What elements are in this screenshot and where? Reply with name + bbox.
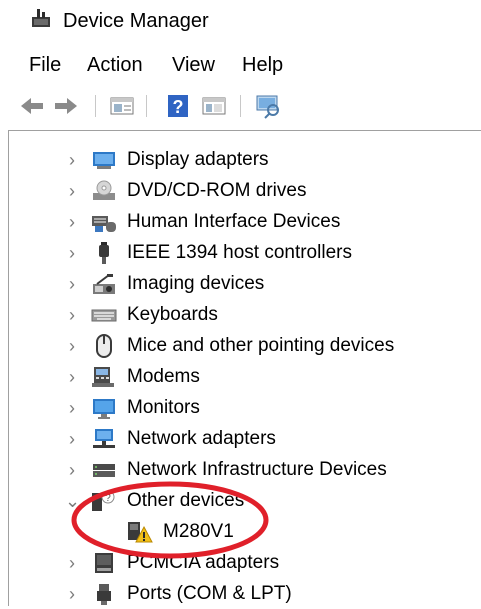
menu-file[interactable]: File [29,52,61,78]
tree-node-label: Imaging devices [127,273,265,294]
help-button[interactable]: ? [164,93,192,119]
modem-icon [92,367,114,387]
tree-node-network-adapters[interactable]: › Network adapters [9,424,474,454]
chevron-right-icon[interactable]: › [65,368,79,386]
menu-view[interactable]: View [172,52,215,78]
chevron-right-icon[interactable]: › [65,151,79,169]
back-button[interactable] [18,93,46,119]
tree-node-modems[interactable]: › Modems [9,362,474,392]
chevron-right-icon[interactable]: › [65,244,79,262]
dvd-drive-icon [93,180,115,200]
tree-node-label: Mice and other pointing devices [127,335,395,356]
unknown-device-icon: ? [92,490,115,511]
toolbar-separator [146,95,147,117]
tree-node-network-infrastructure-devices[interactable]: › Network Infrastructure Devices [9,455,474,485]
menu-action[interactable]: Action [87,52,143,78]
scan-button[interactable] [254,93,282,119]
tree-node-label: IEEE 1394 host controllers [127,242,352,263]
chevron-right-icon[interactable]: › [65,182,79,200]
chevron-right-icon[interactable]: › [65,275,79,293]
tree-node-dvd-cd-rom-drives[interactable]: › DVD/CD-ROM drives [9,176,474,206]
tree-node-label: Other devices [127,490,245,511]
toolbar-separator [95,95,96,117]
tree-node-label: M280V1 [163,521,234,542]
tree-node-mice-and-other-pointing-devices[interactable]: › Mice and other pointing devices [9,331,474,361]
chevron-right-icon[interactable]: › [65,337,79,355]
device-manager-icon [32,9,50,27]
tree-node-label: Human Interface Devices [127,211,341,232]
chevron-right-icon[interactable]: › [65,461,79,479]
arrow-left-icon [21,98,43,114]
tree-node-label: Monitors [127,397,200,418]
pcmcia-icon [95,553,113,573]
console-tree-icon [202,97,226,115]
network-infrastructure-icon [93,464,115,477]
tree-node-monitors[interactable]: › Monitors [9,393,474,423]
chevron-right-icon[interactable]: › [65,213,79,231]
tree-node-m280v1[interactable]: M280V1 [9,517,474,547]
chevron-right-icon[interactable]: › [65,430,79,448]
monitor-icon [93,399,115,419]
mouse-icon [96,334,112,358]
show-hide-button[interactable] [200,93,228,119]
tree-node-label: Network Infrastructure Devices [127,459,387,480]
network-adapter-icon [93,429,115,448]
scan-hardware-icon [256,95,279,119]
tree-node-label: Display adapters [127,149,269,170]
arrow-right-icon [55,98,77,114]
tree-node-label: PCMCIA adapters [127,552,280,573]
hid-icon [92,216,116,232]
properties-icon [110,97,134,115]
help-icon: ? [168,95,188,117]
svg-text:?: ? [173,97,184,117]
svg-text:?: ? [105,493,111,504]
warning-device-icon [128,522,153,543]
ieee1394-icon [99,242,109,264]
chevron-down-icon[interactable]: ⌄ [65,492,80,510]
tree-node-label: Network adapters [127,428,276,449]
chevron-right-icon[interactable]: › [65,585,79,603]
window-title: Device Manager [63,10,209,32]
tree-node-pcmcia-adapters[interactable]: › PCMCIA adapters [9,548,474,578]
tree-node-keyboards[interactable]: › Keyboards [9,300,474,330]
toolbar: ? [0,86,481,126]
title-bar: Device Manager [0,0,481,44]
properties-button[interactable] [108,93,136,119]
toolbar-separator [240,95,241,117]
chevron-right-icon[interactable]: › [65,554,79,572]
menu-bar: File Action View Help [0,48,481,82]
keyboard-icon [91,309,117,322]
tree-node-ieee-1394-host-controllers[interactable]: › IEEE 1394 host controllers [9,238,474,268]
tree-node-label: Modems [127,366,200,387]
forward-button[interactable] [52,93,80,119]
tree-node-label: DVD/CD-ROM drives [127,180,307,201]
tree-node-imaging-devices[interactable]: › Imaging devices [9,269,474,299]
tree-node-label: Ports (COM & LPT) [127,583,292,604]
chevron-right-icon[interactable]: › [65,306,79,324]
port-icon [97,584,111,605]
display-adapter-icon [93,152,115,169]
tree-node-label: Keyboards [127,304,218,325]
tree-node-human-interface-devices[interactable]: › Human Interface Devices [9,207,474,237]
tree-node-display-adapters[interactable]: › Display adapters [9,145,474,175]
tree-node-other-devices[interactable]: ⌄ ? Other devices [9,486,474,516]
camera-icon [93,274,115,294]
device-tree: › Display adapters › DVD/CD-ROM drives ›… [8,130,481,606]
menu-help[interactable]: Help [242,52,283,78]
chevron-right-icon[interactable]: › [65,399,79,417]
